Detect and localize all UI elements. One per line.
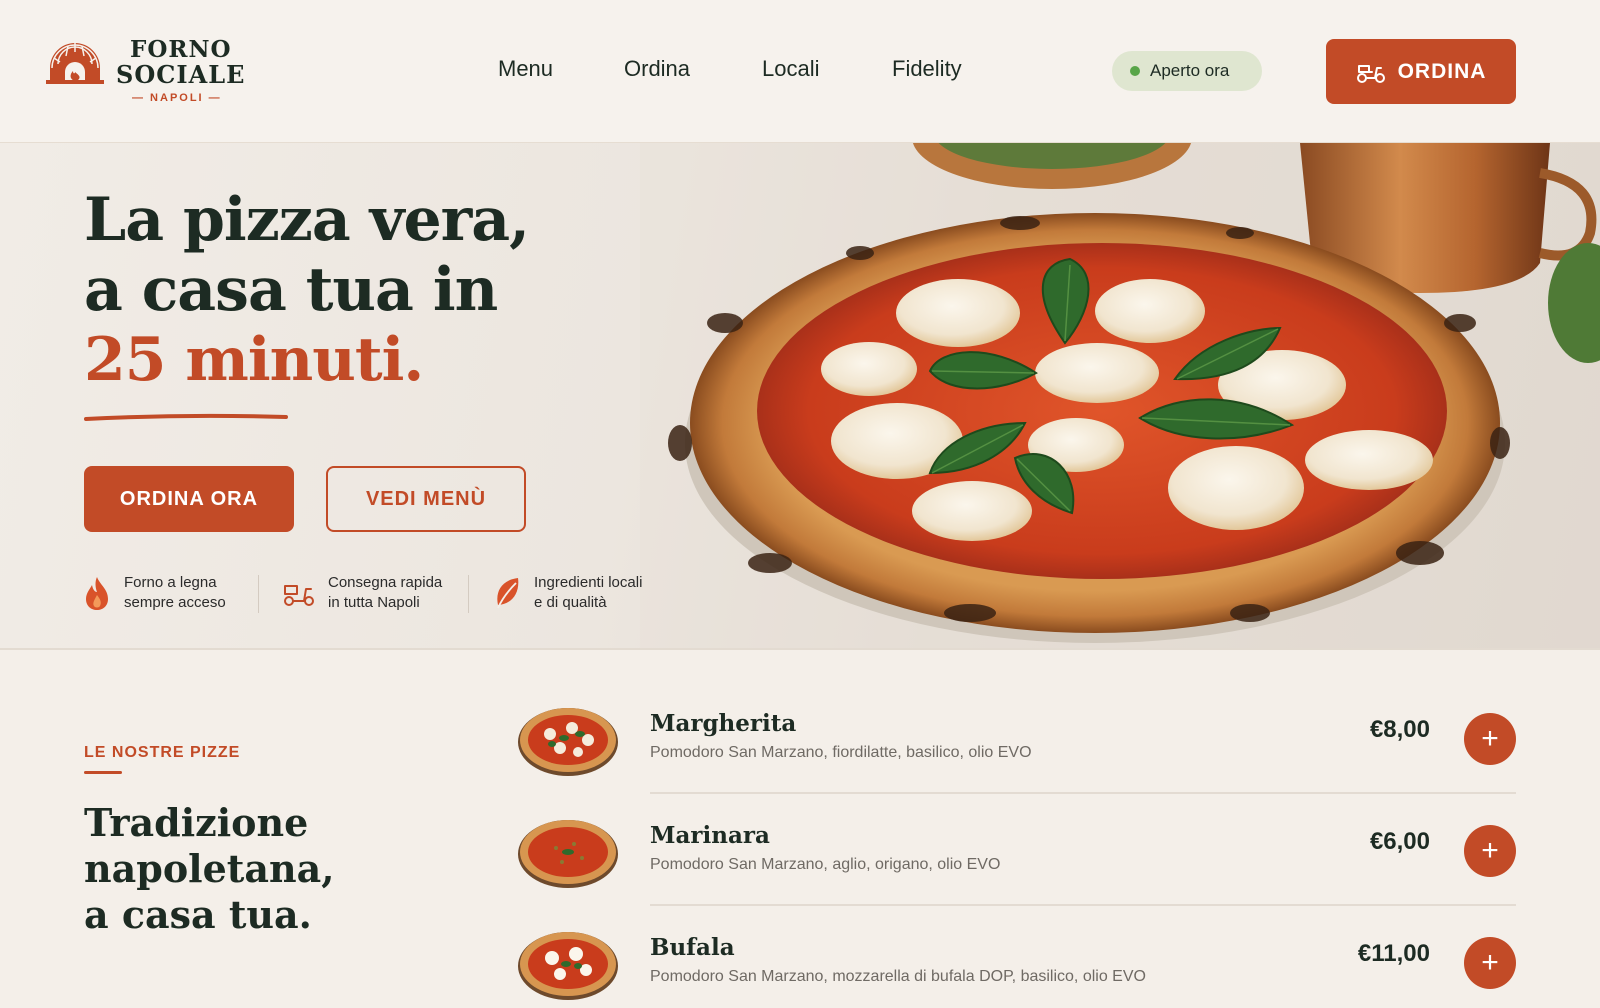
pizza-thumbnail — [518, 820, 618, 888]
status-dot-icon — [1130, 66, 1140, 76]
feature-wood-oven: Forno a legna sempre acceso — [82, 571, 226, 615]
nav-item-ordina[interactable]: Ordina — [624, 56, 690, 82]
menu-item-marinara[interactable]: Marinara Pomodoro San Marzano, aglio, or… — [516, 804, 1516, 916]
menu-item-description: Pomodoro San Marzano, aglio, origano, ol… — [650, 856, 1001, 873]
kicker-underline — [84, 771, 122, 774]
feature-local-ingredients: Ingredienti locali e di qualità — [492, 571, 642, 615]
feature-fast-delivery: Consegna rapida in tutta Napoli — [282, 571, 442, 615]
brand-logo[interactable]: FORNO SOCIALE — NAPOLI — — [46, 36, 256, 108]
row-divider — [650, 792, 1516, 794]
menu-item-price: €8,00 — [1369, 716, 1430, 743]
pizza-thumbnail — [518, 932, 618, 1000]
section-title-line2: napoletana, — [84, 846, 335, 891]
feature-1-line1: Forno a legna — [124, 574, 217, 591]
section-title-line1: Tradizione — [84, 800, 309, 845]
add-to-cart-button[interactable]: + — [1464, 937, 1516, 989]
section-title: Tradizione napoletana, a casa tua. — [84, 800, 334, 938]
menu-item-margherita[interactable]: Margherita Pomodoro San Marzano, fiordil… — [516, 692, 1516, 804]
brand-name-line1: FORNO — [130, 36, 232, 63]
flame-icon — [86, 577, 108, 610]
leaf-icon — [497, 578, 519, 609]
add-to-cart-button[interactable]: + — [1464, 713, 1516, 765]
menu-item-price: €11,00 — [1357, 940, 1430, 967]
wood-oven-icon — [46, 42, 104, 84]
menu-item-description: Pomodoro San Marzano, fiordilatte, basil… — [650, 744, 1032, 761]
menu-item-name: Marinara — [650, 822, 770, 849]
menu-item-bufala[interactable]: Bufala Pomodoro San Marzano, mozzarella … — [516, 916, 1516, 1008]
feature-2-line2: in tutta Napoli — [328, 594, 420, 611]
menu-item-description: Pomodoro San Marzano, mozzarella di bufa… — [650, 968, 1146, 985]
row-divider — [650, 904, 1516, 906]
feature-1-line2: sempre acceso — [124, 594, 226, 611]
open-status-badge: Aperto ora — [1112, 51, 1262, 91]
menu-item-price: €6,00 — [1369, 828, 1430, 855]
menu-item-name: Bufala — [650, 934, 735, 961]
status-label: Aperto ora — [1150, 61, 1230, 80]
scooter-icon — [1356, 64, 1385, 83]
hero-title-accent: 25 minuti. — [84, 325, 424, 395]
view-menu-button[interactable]: VEDI MENÙ — [326, 466, 526, 532]
header-order-button[interactable]: ORDINA — [1326, 39, 1516, 104]
brand-name-line2: SOCIALE — [116, 60, 246, 89]
order-now-button[interactable]: ORDINA ORA — [84, 466, 294, 532]
section-title-line3: a casa tua. — [84, 892, 312, 937]
hero-title: La pizza vera, a casa tua in 25 minuti. — [84, 185, 530, 395]
hero-title-line2: a casa tua in — [84, 255, 498, 325]
hero-underline-decoration — [84, 413, 288, 421]
pizza-thumbnail — [518, 708, 618, 776]
hero-title-line1: La pizza vera, — [84, 185, 530, 255]
section-kicker: LE NOSTRE PIZZE — [84, 744, 241, 761]
feature-3-line1: Ingredienti locali — [534, 574, 643, 591]
scooter-icon — [284, 585, 314, 606]
add-to-cart-button[interactable]: + — [1464, 825, 1516, 877]
feature-divider — [468, 575, 469, 613]
nav-item-fidelity[interactable]: Fidelity — [892, 56, 962, 82]
header-order-label: ORDINA — [1397, 59, 1487, 83]
feature-divider — [258, 575, 259, 613]
hero-section: La pizza vera, a casa tua in 25 minuti. … — [0, 143, 1600, 650]
feature-3-line2: e di qualità — [534, 594, 607, 611]
site-header: FORNO SOCIALE — NAPOLI — Menu Ordina Loc… — [0, 0, 1600, 143]
nav-item-locali[interactable]: Locali — [762, 56, 819, 82]
menu-item-name: Margherita — [650, 710, 797, 737]
nav-item-menu[interactable]: Menu — [498, 56, 553, 82]
feature-2-line1: Consegna rapida — [328, 574, 443, 591]
margherita-pizza-photo — [640, 143, 1600, 648]
brand-city: — NAPOLI — — [132, 92, 222, 104]
